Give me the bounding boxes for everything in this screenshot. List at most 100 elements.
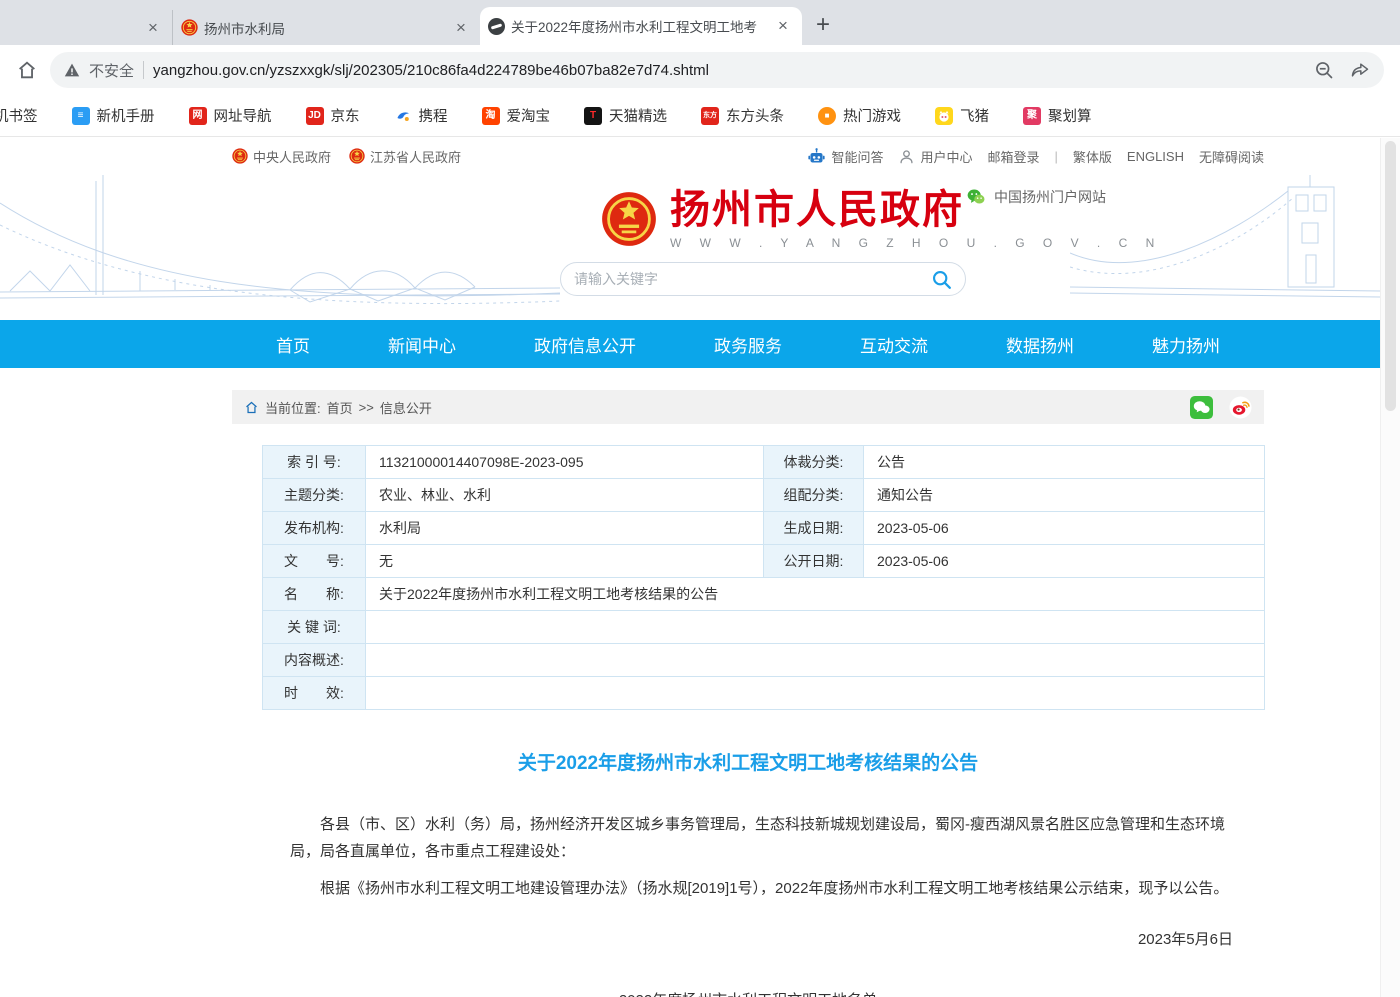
table-row: 名 称: 关于2022年度扬州市水利工程文明工地考核结果的公告 (263, 578, 1265, 611)
bookmark-label: 聚划算 (1048, 105, 1092, 126)
bookmark-label: 天猫精选 (609, 105, 667, 126)
article-paragraph: 各县（市、区）水利（务）局，扬州经济开发区城乡事务管理局，生态科技新城规划建设局… (290, 811, 1233, 865)
meta-value (366, 677, 1265, 710)
search-bar (560, 262, 966, 296)
site-url-caption: W W W . Y A N G Z H O U . G O V . C N (670, 236, 1162, 250)
security-label[interactable]: 不安全 (89, 60, 134, 81)
nav-item-charm[interactable]: 魅力扬州 (1152, 332, 1220, 357)
meta-label: 关 键 词: (263, 611, 366, 644)
bookmark-item[interactable]: 东方 东方头条 (701, 105, 784, 126)
portal-label: 中国扬州门户网站 (994, 187, 1106, 207)
bookmark-label: 京东 (331, 105, 360, 126)
scrollbar-thumb[interactable] (1385, 141, 1396, 411)
bookmark-item[interactable]: ≡ 新机手册 (72, 105, 155, 126)
browser-scrollbar[interactable] (1380, 138, 1400, 997)
meta-value (366, 644, 1265, 677)
bookmark-label: 爱淘宝 (507, 105, 551, 126)
close-icon[interactable]: × (142, 17, 164, 39)
meta-value: 无 (366, 545, 764, 578)
nav-item-interaction[interactable]: 互动交流 (860, 332, 928, 357)
tab-active-article[interactable]: 关于2022年度扬州市水利工程文明工地考 × (480, 7, 802, 45)
nav-item-home[interactable]: 首页 (276, 332, 310, 357)
bookmark-item[interactable]: 网 网址导航 (189, 105, 272, 126)
juhuasuan-icon: 聚 (1023, 107, 1041, 125)
bookmark-label: 网址导航 (214, 105, 272, 126)
tab-partial[interactable]: × (0, 10, 172, 45)
zoom-out-button[interactable] (1314, 60, 1334, 80)
breadcrumb-prefix: 当前位置: (265, 398, 321, 417)
link-smart-qa[interactable]: 智能问答 (807, 147, 883, 166)
link-traditional-chinese[interactable]: 繁体版 (1073, 147, 1112, 166)
table-row: 主题分类: 农业、林业、水利 组配分类: 通知公告 (263, 479, 1265, 512)
nav-site-icon: 网 (189, 107, 207, 125)
bookmark-item[interactable]: 淘 爱淘宝 (482, 105, 551, 126)
meta-label: 文 号: (263, 545, 366, 578)
link-label: 中央人民政府 (253, 147, 331, 166)
bookmark-item[interactable]: T 天猫精选 (584, 105, 667, 126)
link-jiangsu-gov[interactable]: 江苏省人民政府 (349, 147, 461, 166)
tab-shuiliju[interactable]: 扬州市水利局 × (172, 10, 480, 45)
link-mail-login[interactable]: 邮箱登录 (987, 147, 1039, 166)
nav-item-info-disclosure[interactable]: 政府信息公开 (534, 332, 636, 357)
nav-item-data[interactable]: 数据扬州 (1006, 332, 1074, 357)
list-title: 2022年度扬州市水利工程文明工地名单 (232, 989, 1264, 997)
meta-label: 发布机构: (263, 512, 366, 545)
bookmark-label: 机书签 (0, 105, 38, 126)
address-bar[interactable]: 不安全 yangzhou.gov.cn/yzszxxgk/slj/202305/… (50, 52, 1384, 88)
separator: | (1055, 149, 1058, 164)
main-nav: 首页 新闻中心 政府信息公开 政务服务 互动交流 数据扬州 魅力扬州 (0, 320, 1400, 368)
bookmark-item[interactable]: 机书签 (0, 105, 38, 126)
link-label: 江苏省人民政府 (370, 147, 461, 166)
games-icon: ■ (818, 107, 836, 125)
weibo-share-icon[interactable] (1229, 396, 1252, 419)
share-button[interactable] (1350, 60, 1370, 80)
breadcrumb-section-link[interactable]: 信息公开 (380, 398, 432, 417)
link-user-center[interactable]: 用户中心 (898, 147, 972, 166)
link-english[interactable]: ENGLISH (1127, 149, 1184, 164)
close-icon[interactable]: × (450, 17, 472, 39)
breadcrumb-separator: >> (359, 400, 374, 415)
link-central-gov[interactable]: 中央人民政府 (232, 147, 331, 166)
bookmark-item[interactable]: 聚 聚划算 (1023, 105, 1092, 126)
meta-value: 通知公告 (864, 479, 1265, 512)
meta-label: 生成日期: (764, 512, 864, 545)
search-input[interactable] (574, 271, 931, 287)
nav-item-news[interactable]: 新闻中心 (388, 332, 456, 357)
bookmark-item[interactable]: 飞猪 (935, 105, 989, 126)
link-accessibility[interactable]: 无障碍阅读 (1199, 147, 1264, 166)
ctrip-dolphin-icon (394, 107, 412, 125)
breadcrumb-home-link[interactable]: 首页 (327, 398, 353, 417)
address-separator (143, 61, 144, 79)
breadcrumb: 当前位置: 首页 >> 信息公开 (232, 390, 1264, 424)
new-tab-button[interactable]: + (816, 11, 830, 39)
home-button[interactable] (16, 59, 38, 81)
national-emblem-icon (601, 191, 657, 247)
meta-label: 时 效: (263, 677, 366, 710)
meta-value: 公告 (864, 446, 1265, 479)
meta-label: 组配分类: (764, 479, 864, 512)
search-icon[interactable] (931, 269, 952, 290)
home-icon (244, 400, 259, 415)
bridge-artwork-left (0, 175, 560, 320)
tab-title: 关于2022年度扬州市水利工程文明工地考 (511, 16, 766, 36)
table-row: 索 引 号: 11321000014407098E-2023-095 体裁分类:… (263, 446, 1265, 479)
bookmark-item[interactable]: 携程 (394, 105, 448, 126)
table-row: 关 键 词: (263, 611, 1265, 644)
person-icon (898, 148, 915, 165)
bookmark-item[interactable]: JD 京东 (306, 105, 360, 126)
home-icon (16, 59, 38, 81)
bookmark-label: 热门游戏 (843, 105, 901, 126)
not-secure-warning-icon (64, 62, 80, 78)
article-date: 2023年5月6日 (232, 928, 1264, 949)
gov-emblem-favicon (181, 19, 198, 36)
meta-label: 公开日期: (764, 545, 864, 578)
close-icon[interactable]: × (772, 15, 794, 37)
wechat-share-icon[interactable] (1190, 396, 1213, 419)
nav-item-services[interactable]: 政务服务 (714, 332, 782, 357)
document-meta-table: 索 引 号: 11321000014407098E-2023-095 体裁分类:… (262, 445, 1265, 710)
url-text[interactable]: yangzhou.gov.cn/yzszxxgk/slj/202305/210c… (153, 62, 1297, 79)
meta-value: 11321000014407098E-2023-095 (366, 446, 764, 479)
bookmark-item[interactable]: ■ 热门游戏 (818, 105, 901, 126)
portal-link[interactable]: 中国扬州门户网站 (966, 187, 1106, 207)
tmall-icon: T (584, 107, 602, 125)
